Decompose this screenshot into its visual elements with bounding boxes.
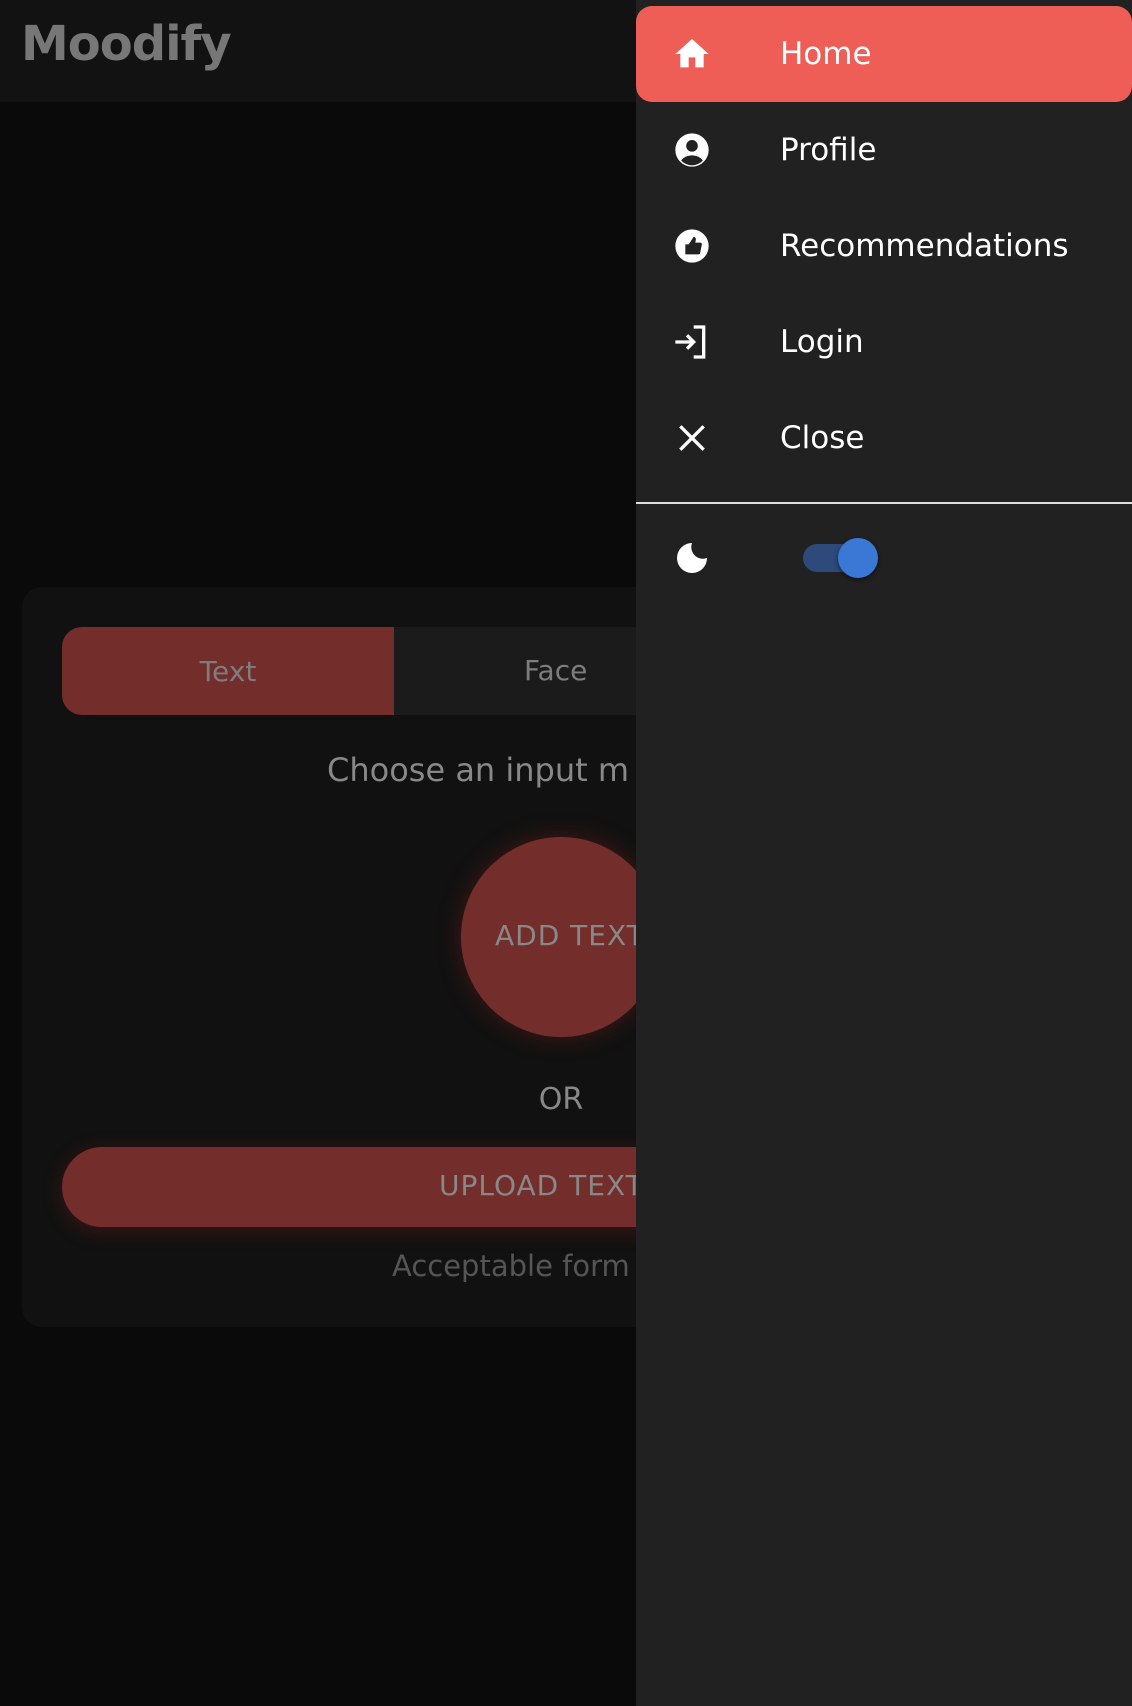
add-text-label[interactable]: ADD TEXT <box>495 919 645 952</box>
navigation-drawer: Home Profile Recommendations Login Close <box>636 0 1132 1706</box>
nav-item-profile[interactable]: Profile <box>636 102 1132 198</box>
tab-face-label[interactable]: Face <box>524 627 587 715</box>
nav-item-login[interactable]: Login <box>636 294 1132 390</box>
nav-item-close[interactable]: Close <box>636 390 1132 486</box>
nav-item-home[interactable]: Home <box>636 6 1132 102</box>
account-circle-icon <box>675 133 709 167</box>
nav-label-profile: Profile <box>780 132 877 168</box>
nav-label-login: Login <box>780 324 864 360</box>
upload-text-label[interactable]: UPLOAD TEXT <box>439 1169 644 1202</box>
thumb-up-icon <box>675 229 709 263</box>
drawer-divider <box>636 502 1132 504</box>
login-icon <box>675 325 706 359</box>
home-icon <box>675 39 709 68</box>
nav-label-recommendations: Recommendations <box>780 228 1069 264</box>
nav-item-recommendations[interactable]: Recommendations <box>636 198 1132 294</box>
dark-mode-toggle-thumb[interactable] <box>838 538 878 578</box>
tab-text[interactable]: Text <box>62 627 394 715</box>
nav-label-home: Home <box>780 36 872 72</box>
input-prompt: Choose an input m <box>327 751 630 789</box>
formats-note: Acceptable form <box>392 1249 630 1283</box>
moon-icon <box>677 543 707 573</box>
close-icon <box>679 425 705 451</box>
nav-label-close: Close <box>780 420 865 456</box>
app-title[interactable]: Moodify <box>21 16 232 72</box>
dark-mode-row <box>636 530 1132 586</box>
